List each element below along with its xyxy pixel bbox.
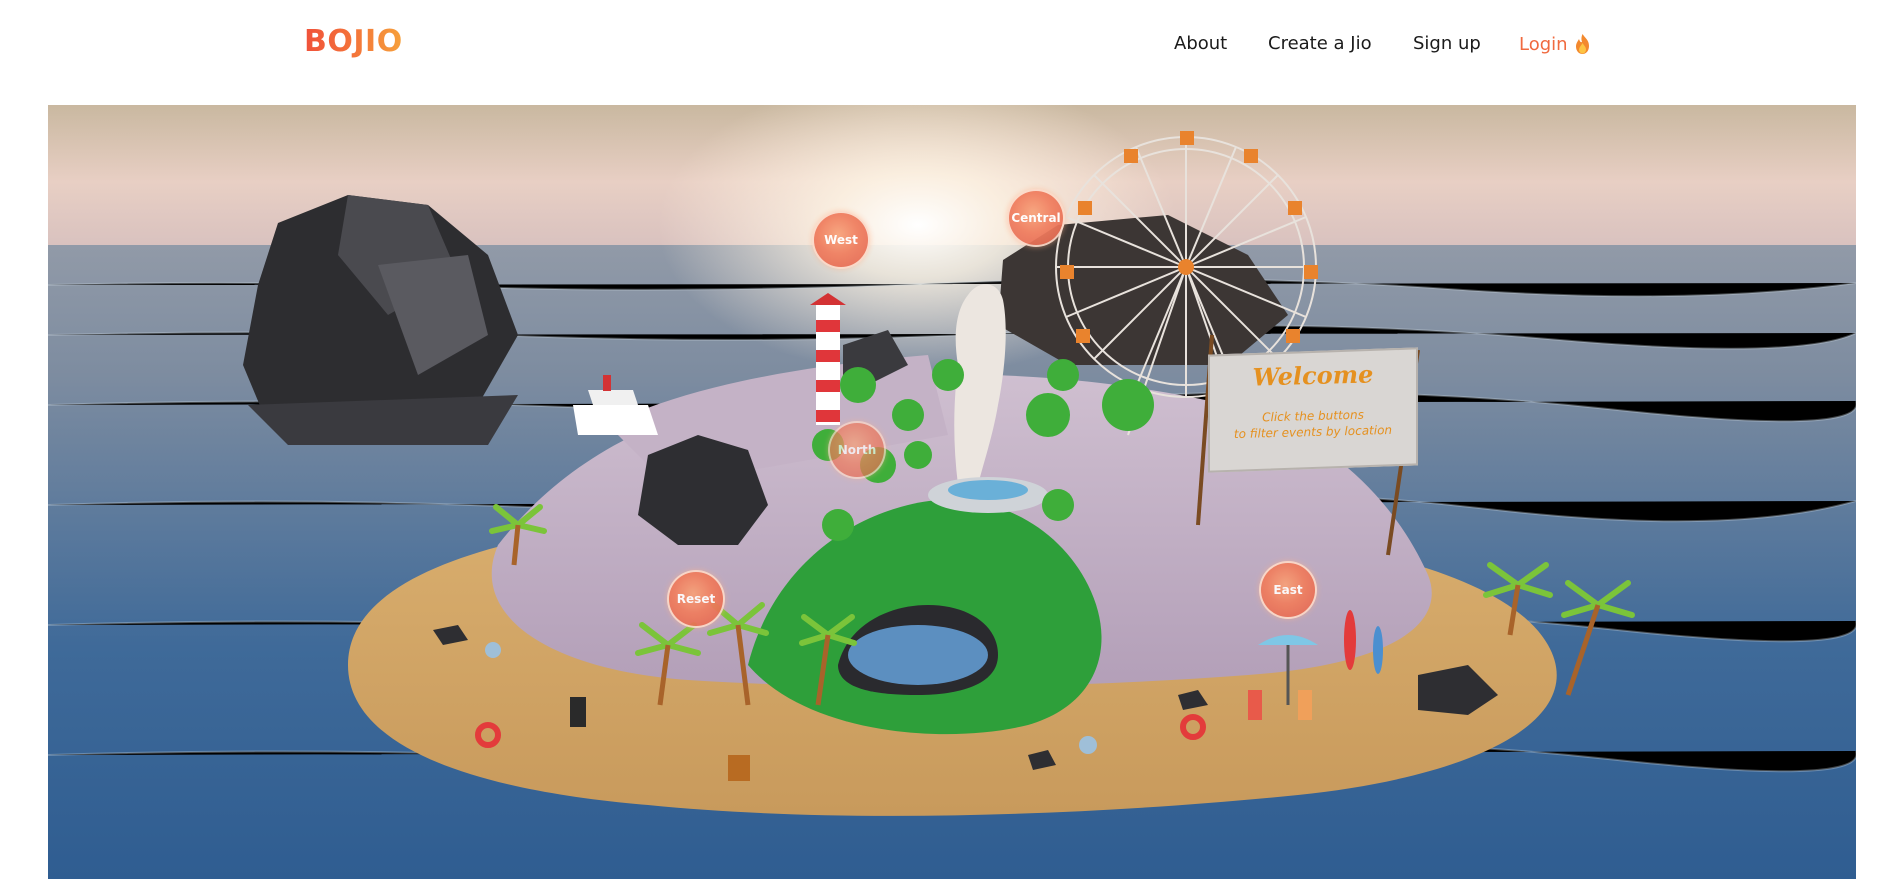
- nav-signup-link[interactable]: Sign up: [1413, 33, 1481, 54]
- nav-about-link[interactable]: About: [1174, 33, 1227, 54]
- filter-north-button[interactable]: North: [828, 421, 886, 479]
- navbar: BOJIO About Create a Jio Sign up Login: [0, 0, 1904, 105]
- brand-logo[interactable]: BOJIO: [304, 24, 403, 59]
- nav-create-jio-link[interactable]: Create a Jio: [1268, 33, 1372, 54]
- island-illustration: [48, 105, 1856, 879]
- island-scene[interactable]: West Central North Reset East Welcome Cl…: [48, 105, 1856, 879]
- filter-west-button[interactable]: West: [812, 211, 870, 269]
- filter-central-button[interactable]: Central: [1007, 189, 1065, 247]
- nav-login-label: Login: [1519, 33, 1568, 55]
- welcome-sign: Welcome Click the buttons to filter even…: [1208, 347, 1418, 473]
- filter-east-button[interactable]: East: [1259, 561, 1317, 619]
- welcome-sign-title: Welcome: [1252, 359, 1374, 392]
- flame-icon: [1575, 34, 1589, 54]
- filter-reset-button[interactable]: Reset: [667, 570, 725, 628]
- nav-login-link[interactable]: Login: [1519, 33, 1591, 55]
